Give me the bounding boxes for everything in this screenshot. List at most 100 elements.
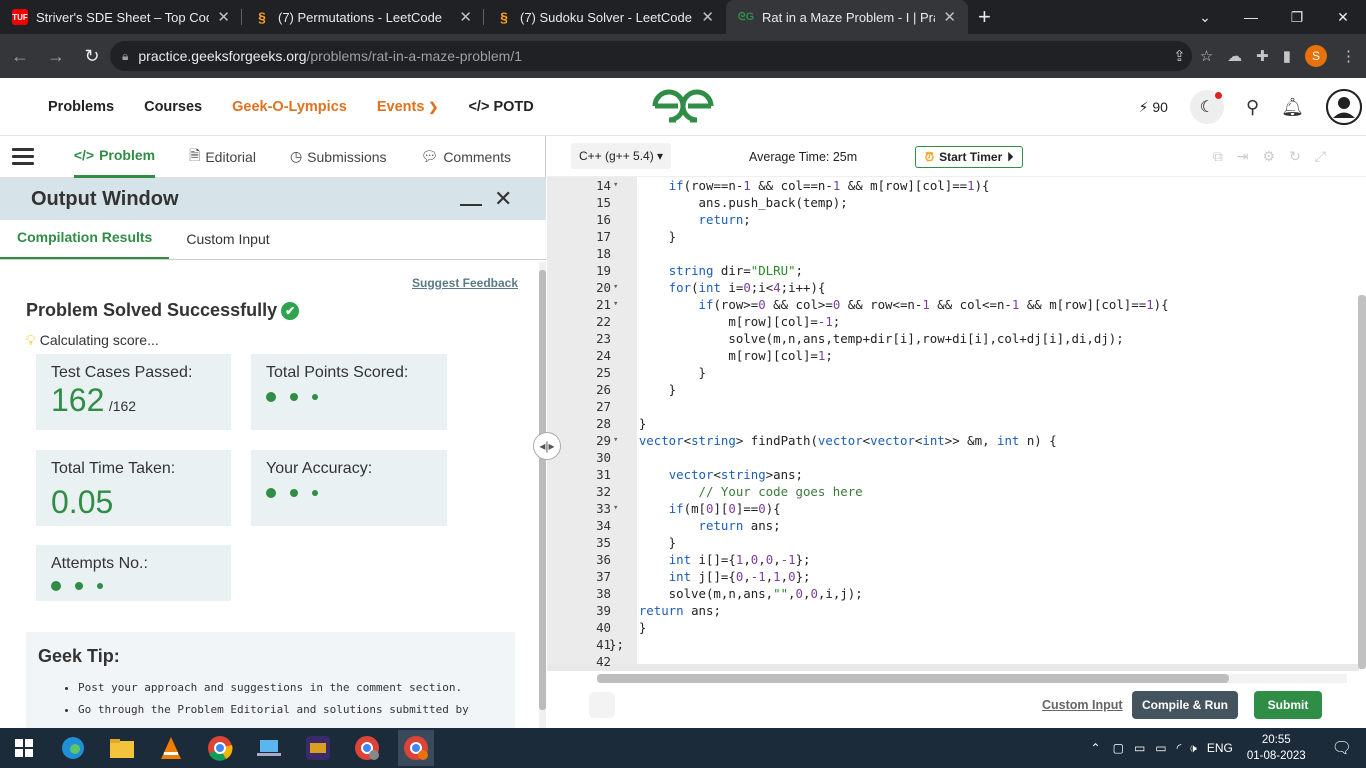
close-icon[interactable]: ✕ <box>701 8 714 26</box>
code-line[interactable]: 35 } <box>547 534 1359 551</box>
code-line[interactable]: 39 return ans; <box>547 602 1359 619</box>
compile-run-button[interactable]: Compile & Run <box>1132 691 1238 719</box>
chrome-profile-icon[interactable] <box>349 730 385 766</box>
extensions-puzzle-icon[interactable]: ✚ <box>1256 47 1269 65</box>
hamburger-menu-icon[interactable] <box>12 144 34 169</box>
tab-custom-input[interactable]: Custom Input <box>169 231 286 259</box>
language-indicator[interactable]: ENG <box>1207 741 1233 755</box>
nav-courses[interactable]: Courses <box>144 99 202 115</box>
battery-icon[interactable]: ▭ <box>1155 741 1166 755</box>
code-line[interactable]: 26 } <box>547 381 1359 398</box>
vlc-icon[interactable] <box>153 730 189 766</box>
windows-start-icon[interactable] <box>6 730 42 766</box>
browser-tab-striver[interactable]: TUF Striver's SDE Sheet – Top Coding ✕ <box>0 0 242 34</box>
wifi-icon[interactable]: ◜ <box>1177 741 1182 755</box>
close-icon[interactable]: ✕ <box>943 8 956 26</box>
code-line[interactable]: 41}; <box>547 636 1359 653</box>
code-line[interactable]: 16 return; <box>547 211 1359 228</box>
tab-comments[interactable]: 💬︎ Comments <box>421 136 511 178</box>
chrome-active-icon[interactable] <box>398 730 434 766</box>
settings-icon[interactable]: ⚙ <box>1263 148 1276 165</box>
code-line[interactable]: 27 <box>547 398 1359 415</box>
new-tab-icon[interactable]: + <box>978 4 991 30</box>
export-icon[interactable]: ⇥ <box>1237 148 1249 165</box>
search-icon[interactable]: ⚲ <box>1246 97 1259 118</box>
dark-mode-toggle[interactable]: ☾ <box>1189 90 1224 124</box>
code-line[interactable]: 37 int j[]={0,-1,1,0}; <box>547 568 1359 585</box>
code-line[interactable]: 23 solve(m,n,ans,temp+dir[i],row+di[i],c… <box>547 330 1359 347</box>
share-icon[interactable]: ⇪ <box>1173 47 1186 65</box>
nav-events[interactable]: Events <box>377 99 429 115</box>
bookmark-star-icon[interactable]: ☆ <box>1200 47 1213 65</box>
reset-icon[interactable]: ↻ <box>1289 148 1301 165</box>
code-line[interactable]: 40 } <box>547 619 1359 636</box>
menu-kebab-icon[interactable]: ⋮ <box>1341 47 1356 65</box>
code-line[interactable]: 14 ▾ if(row==n-1 && col==n-1 && m[row][co… <box>547 177 1359 194</box>
code-line[interactable]: 15 ans.push_back(temp); <box>547 194 1359 211</box>
code-line[interactable]: 21 ▾ if(row>=0 && col>=0 && row<=n-1 && c… <box>547 296 1359 313</box>
code-line[interactable]: 28 } <box>547 415 1359 432</box>
copy-icon[interactable]: ⧉ <box>1213 148 1223 165</box>
profile-avatar[interactable]: S <box>1305 45 1327 67</box>
pane-resize-handle[interactable]: ◂|▸ <box>533 432 561 460</box>
url-bar[interactable]: 🔒︎ practice.geeksforgeeks.org /problems/… <box>110 41 1192 71</box>
code-line[interactable]: 22 m[row][col]=-1; <box>547 313 1359 330</box>
clock[interactable]: 20:55 01-08-2023 <box>1247 732 1306 764</box>
code-line[interactable]: 33 ▾ if(m[0][0]==0){ <box>547 500 1359 517</box>
output-scrollbar[interactable] <box>539 262 546 728</box>
code-line[interactable]: 20 ▾ for(int i=0;i<4;i++){ <box>547 279 1359 296</box>
close-icon[interactable]: ✕ <box>217 8 230 26</box>
code-line[interactable]: 24 m[row][col]=1; <box>547 347 1359 364</box>
tab-search-icon[interactable]: ⌄ <box>1182 0 1228 34</box>
console-toggle-button[interactable] <box>589 692 615 718</box>
code-line[interactable]: 30 <box>547 449 1359 466</box>
code-line[interactable]: 38 solve(m,n,ans,"",0,0,i,j); <box>547 585 1359 602</box>
code-line[interactable]: 43 <box>547 670 1359 671</box>
suggest-feedback-link[interactable]: Suggest Feedback <box>412 276 518 290</box>
editor-vertical-scrollbar[interactable] <box>1358 295 1366 669</box>
streak-counter[interactable]: ⚡︎ 90 <box>1139 99 1168 116</box>
browser-tab-permutations[interactable]: § (7) Permutations - LeetCode ✕ <box>242 0 484 34</box>
code-line[interactable]: 19 string dir="DLRU"; <box>547 262 1359 279</box>
start-timer-button[interactable]: ⏰︎ Start Timer ⏵ <box>915 146 1023 168</box>
close-window-icon[interactable]: ✕ <box>1320 0 1366 34</box>
side-panel-icon[interactable]: ▮ <box>1283 47 1291 65</box>
restore-icon[interactable]: ❐ <box>1274 0 1320 34</box>
minimize-icon[interactable]: — <box>1228 0 1274 34</box>
editor-horizontal-scrollbar[interactable] <box>597 674 1347 683</box>
chrome-icon[interactable] <box>202 730 238 766</box>
chevron-up-icon[interactable]: ⌃ <box>1091 741 1101 755</box>
extension-cloud-icon[interactable]: ☁ <box>1227 47 1242 65</box>
minimize-icon[interactable] <box>460 192 482 206</box>
code-editor[interactable]: 14 ▾ if(row==n-1 && col==n-1 && m[row][co… <box>547 177 1366 671</box>
nav-geek-o-lympics[interactable]: Geek-O-Lympics <box>232 99 347 115</box>
code-line[interactable]: 29 ▾ vector<string> findPath(vector<vecto… <box>547 432 1359 449</box>
code-line[interactable]: 34 return ans; <box>547 517 1359 534</box>
code-line[interactable]: 17 } <box>547 228 1359 245</box>
tab-compilation-results[interactable]: Compilation Results <box>0 229 170 259</box>
tab-submissions[interactable]: ◷ Submissions <box>290 136 387 178</box>
code-line[interactable]: 32 // Your code goes here <box>547 483 1359 500</box>
submit-button[interactable]: Submit <box>1254 691 1322 719</box>
nav-problems[interactable]: Problems <box>48 99 114 115</box>
fullscreen-icon[interactable]: ⤢ <box>1315 148 1326 165</box>
game-app-icon[interactable] <box>300 730 336 766</box>
gfg-logo[interactable] <box>649 86 717 133</box>
browser-tab-sudoku[interactable]: § (7) Sudoku Solver - LeetCode ✕ <box>484 0 726 34</box>
language-select[interactable]: C++ (g++ 5.4) ▾ <box>571 143 672 169</box>
laptop-icon[interactable] <box>251 730 287 766</box>
notifications-icon[interactable]: 🗨︎ <box>1332 738 1352 758</box>
edge-icon[interactable] <box>55 730 91 766</box>
custom-input-link[interactable]: Custom Input <box>1042 698 1123 712</box>
volume-icon[interactable]: 🕩︎ <box>1189 741 1197 756</box>
back-icon[interactable]: ← <box>4 40 36 72</box>
user-avatar[interactable] <box>1326 89 1362 125</box>
code-line[interactable]: 25 } <box>547 364 1359 381</box>
notification-bell-icon[interactable]: 🔔︎ <box>1281 97 1304 118</box>
tab-problem[interactable]: </> Problem <box>73 136 156 178</box>
code-line[interactable]: 36 int i[]={1,0,0,-1}; <box>547 551 1359 568</box>
browser-tab-rat-in-maze[interactable]: ᘓG Rat in a Maze Problem - I | Practi ✕ <box>726 0 968 34</box>
file-explorer-icon[interactable] <box>104 730 140 766</box>
close-icon[interactable]: ✕ <box>494 186 512 212</box>
code-line[interactable]: 31 vector<string>ans; <box>547 466 1359 483</box>
